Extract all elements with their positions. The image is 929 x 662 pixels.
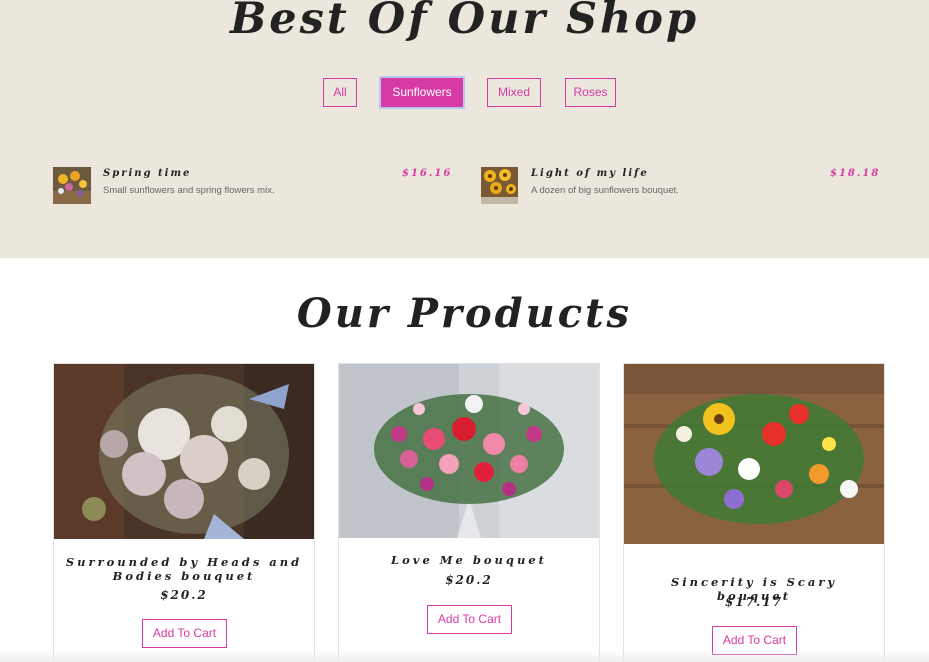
product-card: Sincerity is Scary bouquet $17.17 Add To…	[623, 363, 885, 662]
filter-all-button[interactable]: All	[323, 78, 357, 107]
shop-item-description: A dozen of big sunflowers bouquet.	[531, 185, 679, 196]
product-card: Surrounded by Heads and Bodies bouquet $…	[53, 363, 315, 662]
add-to-cart-button[interactable]: Add To Cart	[142, 619, 227, 648]
shop-item-price: $16.16	[402, 168, 453, 179]
shop-item[interactable]: Spring time Small sunflowers and spring …	[53, 166, 450, 206]
product-card: Love Me bouquet $20.2 Add To Cart	[338, 363, 600, 662]
shop-item[interactable]: Light of my life A dozen of big sunflowe…	[481, 166, 878, 206]
product-image[interactable]	[54, 364, 314, 539]
product-price: $20.2	[445, 573, 493, 587]
shop-item-price: $18.18	[830, 168, 881, 179]
filter-roses-button[interactable]: Roses	[565, 78, 616, 107]
product-name: Love Me bouquet	[391, 553, 547, 567]
best-of-shop-section: Best Of Our Shop All Sunflowers Mixed Ro…	[0, 0, 929, 258]
product-name: Surrounded by Heads and Bodies bouquet	[65, 555, 303, 583]
bottom-fade	[0, 650, 929, 662]
shop-title: Best Of Our Shop	[229, 0, 700, 44]
product-price: $20.2	[160, 588, 208, 602]
product-price: $17.17	[725, 595, 783, 609]
shop-item-description: Small sunflowers and spring flowers mix.	[103, 185, 275, 196]
filter-sunflowers-button[interactable]: Sunflowers	[381, 78, 463, 107]
shop-item-name: Spring time	[103, 168, 192, 179]
shop-item-name: Light of my life	[531, 168, 649, 179]
product-image[interactable]	[339, 364, 599, 538]
product-thumbnail	[53, 167, 91, 204]
filter-bar: All Sunflowers Mixed Roses	[0, 78, 929, 108]
add-to-cart-button[interactable]: Add To Cart	[427, 605, 512, 634]
products-title: Our Products	[296, 290, 633, 337]
product-image[interactable]	[624, 364, 884, 544]
filter-mixed-button[interactable]: Mixed	[487, 78, 541, 107]
product-thumbnail	[481, 167, 518, 204]
